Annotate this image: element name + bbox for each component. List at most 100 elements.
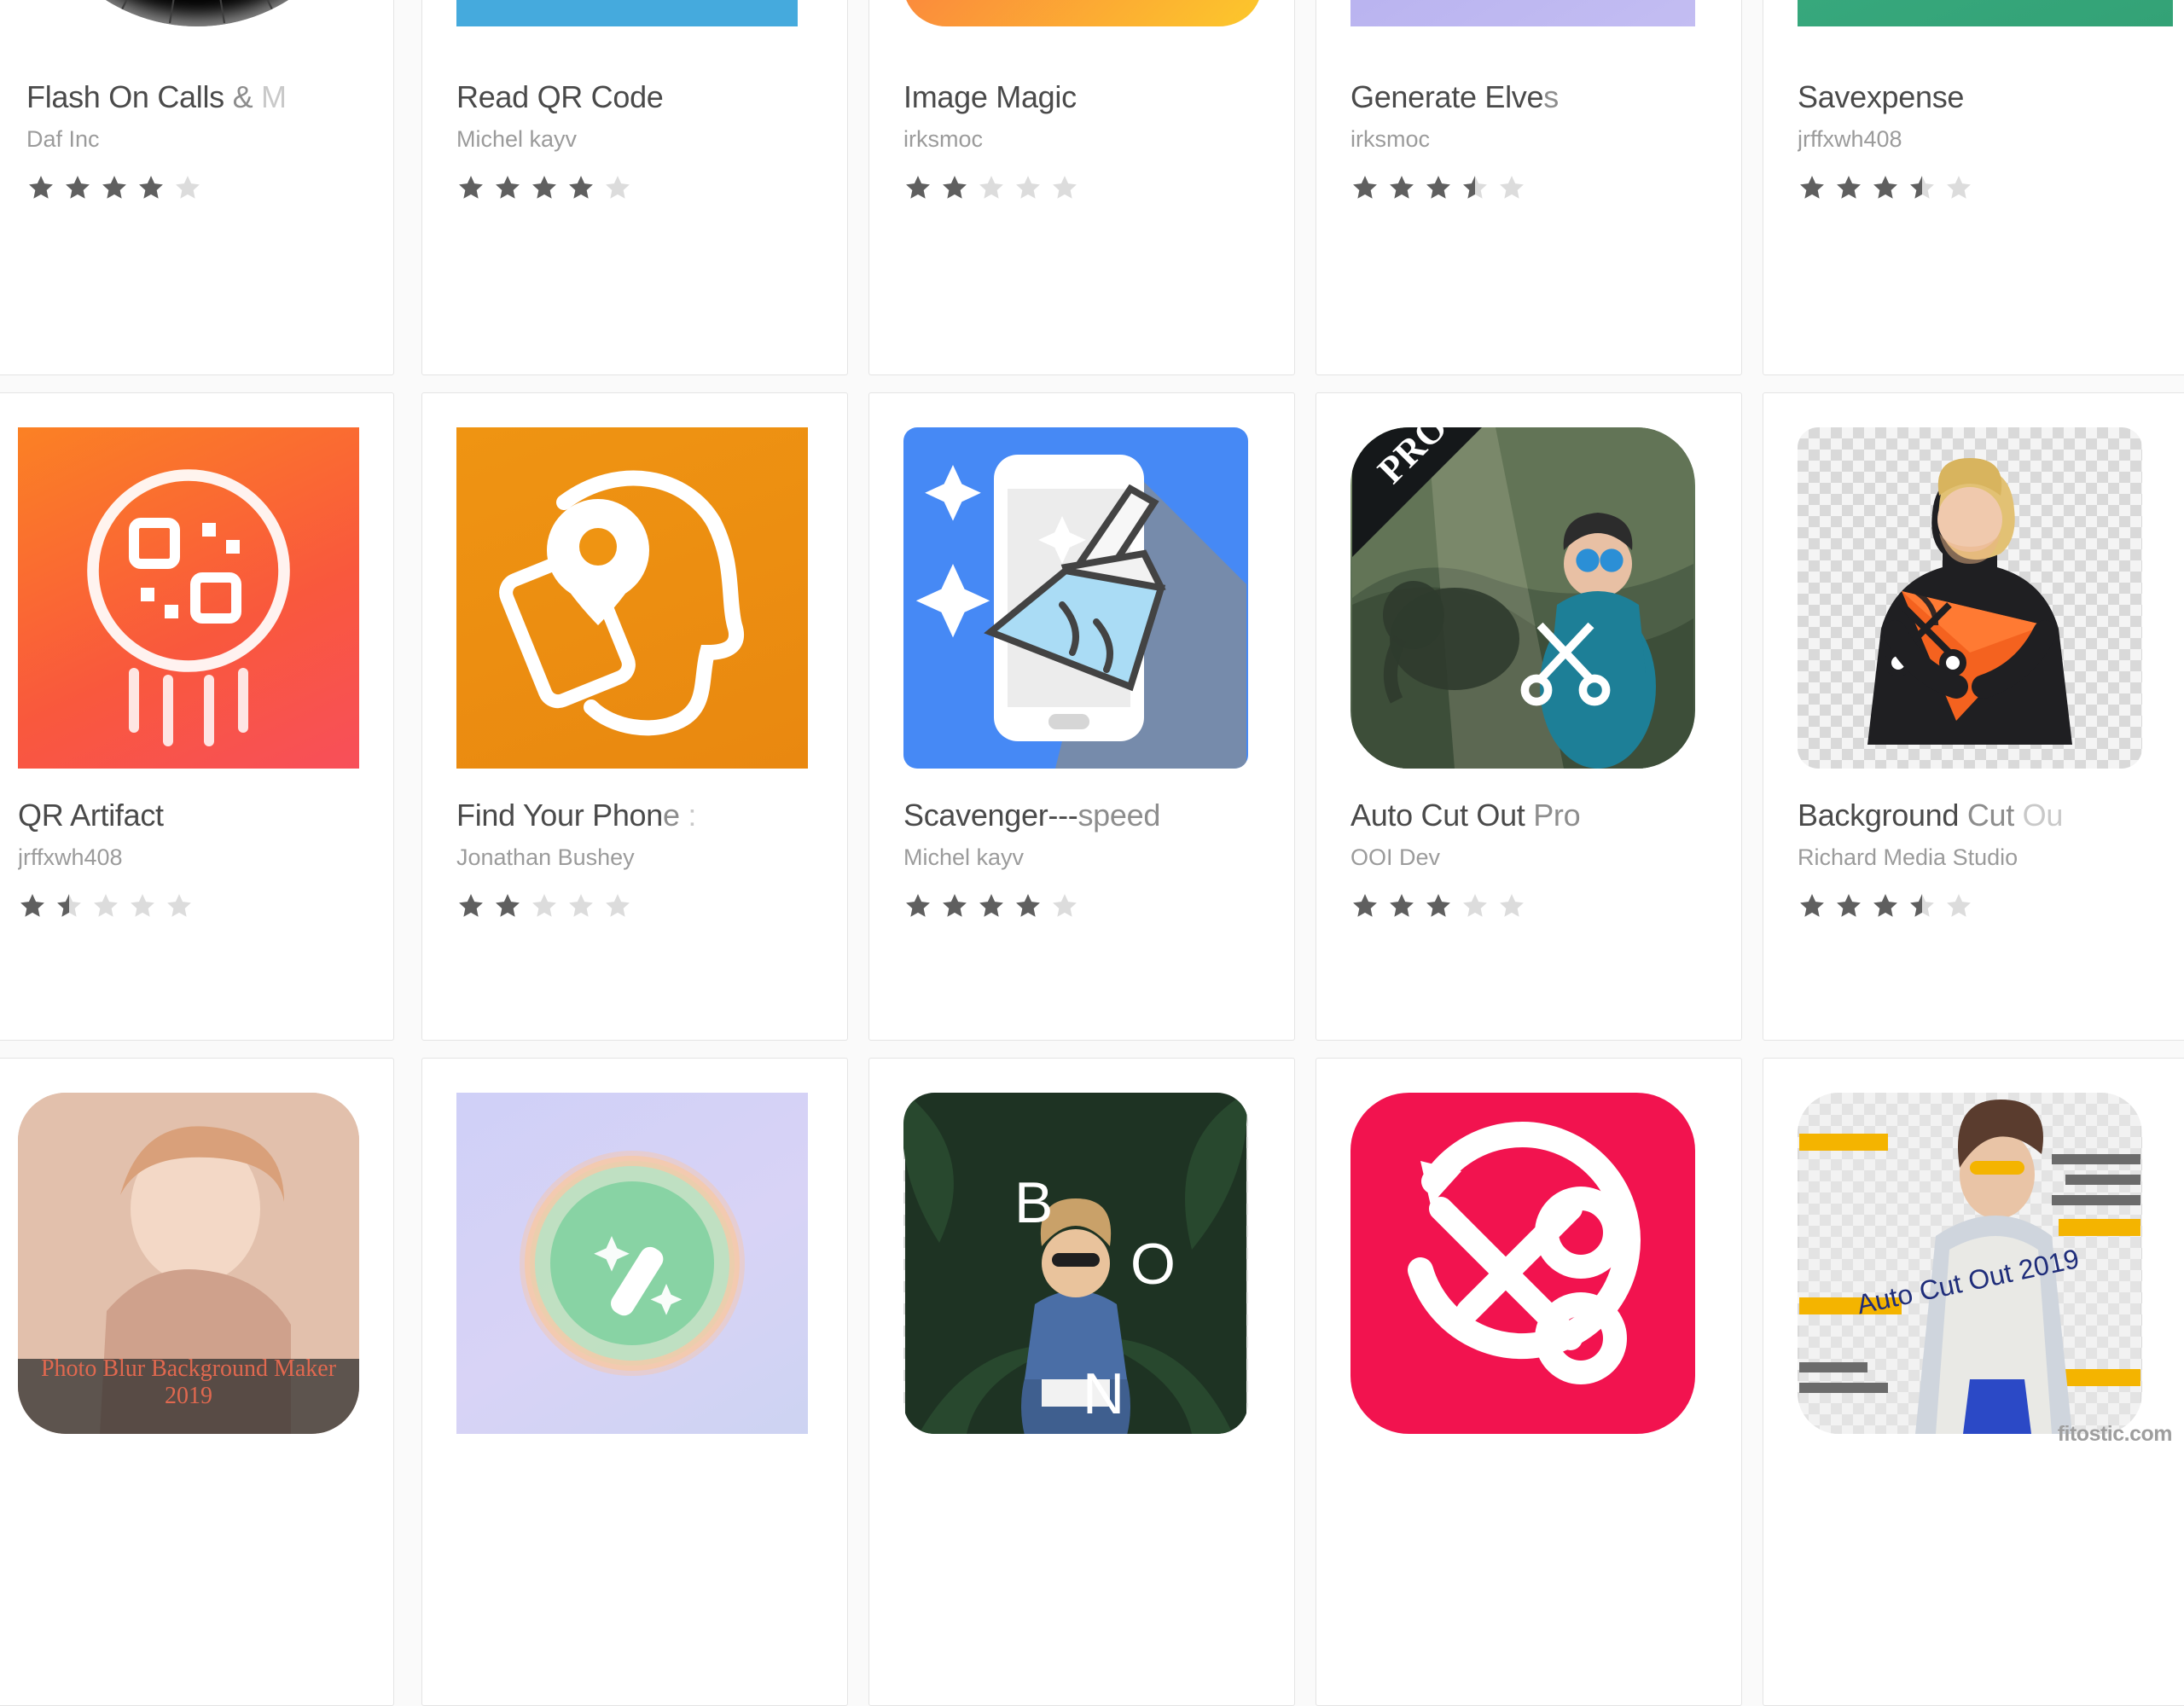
app-developer: Michel kayv <box>456 126 578 152</box>
star-icon <box>603 173 632 202</box>
generate-elves-icon <box>1350 0 1695 26</box>
star-icon <box>1798 173 1827 202</box>
star-icon <box>1871 173 1900 202</box>
scavenger-speed-icon <box>903 427 1248 769</box>
app-title: Savexpense <box>1798 79 1965 114</box>
star-icon <box>1050 891 1079 920</box>
star-icon <box>1834 891 1863 920</box>
app-card[interactable]: Find Your Phone : Jonathan Bushey <box>421 392 848 1041</box>
star-icon <box>1461 891 1490 920</box>
app-title: Flash On Calls & M <box>26 79 287 114</box>
site-watermark: fitostic.com <box>2057 1422 2173 1446</box>
star-icon <box>493 891 522 920</box>
find-your-phone-icon <box>456 427 808 769</box>
app-card[interactable]: QR Artifact jrffxwh408 <box>0 392 394 1041</box>
app-card[interactable]: Savexpense jrffxwh408 <box>1763 0 2184 375</box>
star-icon <box>530 173 559 202</box>
app-title: Find Your Phone : <box>456 798 697 833</box>
star-icon <box>977 891 1006 920</box>
qr-artifact-icon <box>18 427 359 769</box>
auto-cut-out-2019-icon: Auto Cut Out 2019 <box>1798 1093 2142 1434</box>
app-card[interactable] <box>1316 1058 1742 1706</box>
app-title: Auto Cut Out Pro <box>1350 798 1581 833</box>
app-card[interactable]: Background Cut Ou Richard Media Studio <box>1763 392 2184 1041</box>
app-card[interactable]: B O N <box>868 1058 1295 1706</box>
image-magic-icon <box>903 0 1262 26</box>
app-developer: irksmoc <box>903 126 983 152</box>
rating-stars <box>26 173 375 202</box>
app-developer: Daf Inc <box>26 126 100 152</box>
app-title: Background Cut Ou <box>1798 798 2064 833</box>
star-icon <box>165 891 194 920</box>
scissors-rotate-icon <box>1350 1093 1695 1434</box>
app-developer: jrffxwh408 <box>1798 126 1902 152</box>
rating-stars <box>1350 891 1722 920</box>
app-card[interactable]: Auto Cut Out 2019 <box>1763 1058 2184 1706</box>
app-developer: Jonathan Bushey <box>456 844 635 870</box>
read-qr-code-icon <box>456 0 798 26</box>
star-icon <box>1944 173 1973 202</box>
app-card[interactable]: Photo Blur Background Maker 2019 <box>0 1058 394 1706</box>
boon-photo-icon: B O N <box>903 1093 1248 1434</box>
star-icon <box>18 891 47 920</box>
star-icon <box>940 173 969 202</box>
star-icon <box>566 173 595 202</box>
star-icon <box>100 173 129 202</box>
savexpense-icon <box>1798 0 2173 26</box>
star-icon <box>26 173 55 202</box>
app-card[interactable] <box>421 1058 848 1706</box>
rating-stars <box>1350 173 1722 202</box>
pastel-orb-icon <box>456 1093 808 1434</box>
star-icon <box>1014 173 1043 202</box>
star-icon <box>1350 173 1380 202</box>
star-icon <box>1461 173 1490 202</box>
app-title: Image Magic <box>903 79 1077 114</box>
app-card[interactable]: Scavenger---speed Michel kayv <box>868 392 1295 1041</box>
rating-stars <box>1798 891 2169 920</box>
star-icon <box>1497 173 1526 202</box>
app-title: QR Artifact <box>18 798 164 833</box>
app-developer: Michel kayv <box>903 844 1025 870</box>
star-icon <box>1908 891 1937 920</box>
auto-cut-out-pro-icon: PRO <box>1350 427 1695 769</box>
app-developer: Richard Media Studio <box>1798 844 2018 870</box>
app-card[interactable]: Generate Elves irksmoc <box>1316 0 1742 375</box>
star-icon <box>1424 173 1453 202</box>
star-icon <box>493 173 522 202</box>
star-icon <box>456 173 485 202</box>
svg-text:N: N <box>1083 1361 1124 1426</box>
rating-stars <box>456 891 828 920</box>
app-title: Generate Elves <box>1350 79 1559 114</box>
star-icon <box>940 891 969 920</box>
star-icon <box>1834 173 1863 202</box>
rating-stars <box>903 891 1275 920</box>
star-icon <box>55 891 84 920</box>
app-card[interactable]: Read QR Code Michel kayv <box>421 0 848 375</box>
rating-stars <box>903 173 1275 202</box>
star-icon <box>1497 891 1526 920</box>
star-icon <box>456 891 485 920</box>
star-icon <box>1387 891 1416 920</box>
app-card[interactable]: Flash On Calls & M Daf Inc <box>0 0 394 375</box>
star-icon <box>136 173 166 202</box>
app-developer: jrffxwh408 <box>18 844 123 870</box>
star-icon <box>1050 173 1079 202</box>
star-icon <box>128 891 157 920</box>
app-title: Read QR Code <box>456 79 664 114</box>
star-icon <box>1014 891 1043 920</box>
star-icon <box>63 173 92 202</box>
app-card[interactable]: Image Magic irksmoc <box>868 0 1295 375</box>
star-icon <box>1798 891 1827 920</box>
svg-text:B: B <box>1014 1170 1053 1235</box>
star-icon <box>1908 173 1937 202</box>
star-icon <box>1350 891 1380 920</box>
rating-stars <box>18 891 375 920</box>
star-icon <box>91 891 120 920</box>
background-cut-out-icon <box>1798 427 2142 769</box>
app-card[interactable]: PRO Auto Cut Out Pro OOI Dev <box>1316 392 1742 1041</box>
svg-text:O: O <box>1130 1232 1176 1297</box>
star-icon <box>1944 891 1973 920</box>
star-icon <box>530 891 559 920</box>
app-developer: OOI Dev <box>1350 844 1441 870</box>
star-icon <box>977 173 1006 202</box>
